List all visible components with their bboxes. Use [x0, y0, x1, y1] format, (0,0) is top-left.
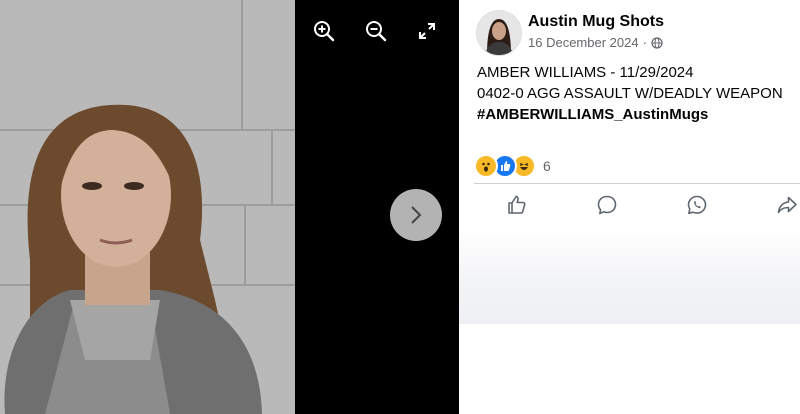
chevron-right-icon	[411, 206, 422, 224]
zoom-out-icon	[366, 21, 387, 42]
post-text: AMBER WILLIAMS - 11/29/2024 0402-0 AGG A…	[477, 62, 797, 125]
thumbs-up-icon	[508, 195, 526, 214]
post-panel: Austin Mug Shots 16 December 2024 · AMBE…	[459, 0, 800, 414]
page-name-link[interactable]: Austin Mug Shots	[528, 13, 664, 31]
zoom-out-button[interactable]	[362, 17, 390, 45]
comment-button[interactable]	[593, 193, 621, 217]
next-photo-button[interactable]	[390, 189, 442, 241]
whatsapp-share-button[interactable]	[683, 193, 711, 217]
globe-icon	[651, 36, 663, 49]
expand-icon	[419, 23, 435, 39]
zoom-in-icon	[314, 21, 335, 42]
share-button[interactable]	[773, 193, 800, 217]
photo-viewer	[0, 0, 459, 414]
comments-area	[459, 228, 800, 324]
zoom-in-button[interactable]	[310, 17, 338, 45]
fullscreen-button[interactable]	[413, 17, 441, 45]
page-avatar[interactable]	[476, 10, 522, 56]
reactions-summary[interactable]: 6	[474, 154, 551, 178]
post-meta: 16 December 2024 ·	[528, 35, 663, 50]
reaction-count[interactable]: 6	[543, 158, 551, 174]
avatar-image	[477, 11, 521, 55]
whatsapp-icon	[687, 195, 707, 215]
wow-reaction-icon	[474, 154, 498, 178]
post-line-charge: 0402-0 AGG ASSAULT W/DEADLY WEAPON	[477, 85, 783, 102]
divider	[474, 183, 800, 184]
comment-icon	[597, 195, 617, 215]
hashtag-link[interactable]: #AMBERWILLIAMS_AustinMugs	[477, 104, 797, 125]
meta-separator: ·	[642, 35, 647, 50]
share-arrow-icon	[777, 196, 797, 214]
like-button[interactable]	[503, 193, 531, 217]
post-date[interactable]: 16 December 2024	[528, 35, 639, 50]
mugshot-photo	[0, 0, 295, 414]
post-line-name-date: AMBER WILLIAMS - 11/29/2024	[477, 64, 694, 81]
